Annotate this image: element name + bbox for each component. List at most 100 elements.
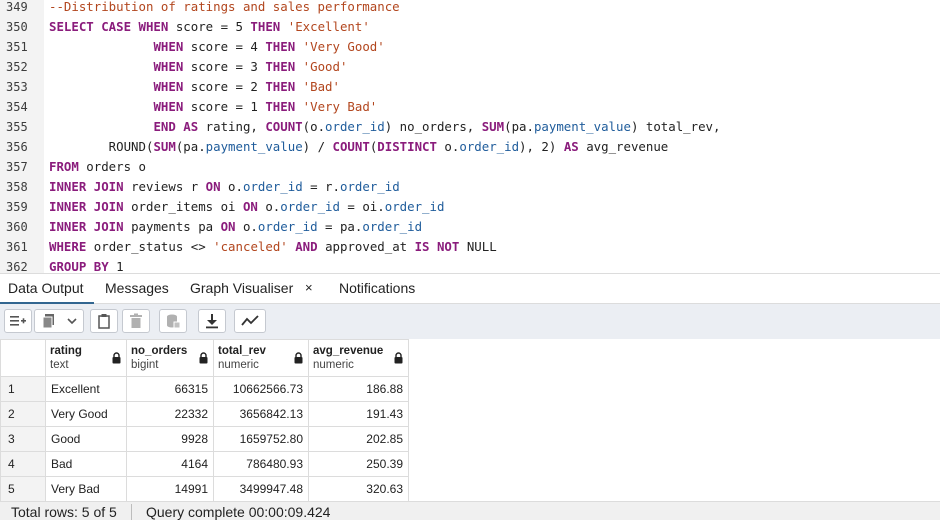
- cell-avg-revenue[interactable]: 202.85: [308, 426, 409, 452]
- cell-no-orders[interactable]: 9928: [126, 426, 214, 452]
- code-text[interactable]: INNER JOIN payments pa ON o.order_id = p…: [49, 217, 422, 237]
- cell-rating[interactable]: Very Bad: [45, 476, 127, 502]
- row-number[interactable]: 4: [0, 451, 46, 477]
- cell-total-rev[interactable]: 3499947.48: [213, 476, 309, 502]
- tab-graph-visualiser-label: Graph Visualiser: [190, 280, 294, 296]
- code-token: payments pa: [123, 219, 221, 234]
- query-status: Query complete 00:00:09.424: [146, 504, 331, 520]
- code-line[interactable]: 352 WHEN score = 3 THEN 'Good': [0, 57, 940, 77]
- save-data-button[interactable]: [159, 309, 187, 333]
- table-row[interactable]: 3 Good 9928 1659752.80 202.85: [0, 426, 409, 452]
- tab-notifications[interactable]: Notifications: [339, 274, 415, 304]
- code-token: order_id: [384, 199, 445, 214]
- cell-no-orders[interactable]: 14991: [126, 476, 214, 502]
- cell-avg-revenue[interactable]: 186.88: [308, 376, 409, 402]
- code-line[interactable]: 349 --Distribution of ratings and sales p…: [0, 0, 940, 17]
- cell-avg-revenue[interactable]: 320.63: [308, 476, 409, 502]
- code-token: 'Excellent': [287, 19, 370, 34]
- cell-avg-revenue[interactable]: 191.43: [308, 401, 409, 427]
- code-token: o.: [220, 179, 243, 194]
- cell-no-orders[interactable]: 22332: [126, 401, 214, 427]
- code-line[interactable]: 362 GROUP BY 1: [0, 257, 940, 273]
- code-text[interactable]: WHEN score = 3 THEN 'Good': [49, 57, 347, 77]
- code-token: (pa.: [175, 139, 206, 154]
- column-header-total-rev[interactable]: total_rev numeric: [213, 339, 309, 377]
- code-text[interactable]: WHEN score = 1 THEN 'Very Bad': [49, 97, 377, 117]
- code-line[interactable]: 353 WHEN score = 2 THEN 'Bad': [0, 77, 940, 97]
- cell-rating[interactable]: Bad: [45, 451, 127, 477]
- code-line[interactable]: 356 ROUND(SUM(pa.payment_value) / COUNT(…: [0, 137, 940, 157]
- code-token: THEN: [265, 39, 296, 54]
- code-token: WHEN: [153, 39, 184, 54]
- copy-button[interactable]: [34, 309, 84, 333]
- code-text[interactable]: WHEN score = 2 THEN 'Bad': [49, 77, 340, 97]
- lock-icon: [112, 352, 121, 364]
- row-number[interactable]: 3: [0, 426, 46, 452]
- cell-rating[interactable]: Very Good: [45, 401, 127, 427]
- code-line[interactable]: 360 INNER JOIN payments pa ON o.order_id …: [0, 217, 940, 237]
- table-row[interactable]: 4 Bad 4164 786480.93 250.39: [0, 451, 409, 477]
- code-line[interactable]: 354 WHEN score = 1 THEN 'Very Bad': [0, 97, 940, 117]
- close-icon[interactable]: ×: [305, 274, 313, 301]
- code-token: 'Very Good': [302, 39, 385, 54]
- cell-total-rev[interactable]: 3656842.13: [213, 401, 309, 427]
- code-line[interactable]: 359 INNER JOIN order_items oi ON o.order_…: [0, 197, 940, 217]
- cell-no-orders[interactable]: 66315: [126, 376, 214, 402]
- code-text[interactable]: WHERE order_status <> 'canceled' AND app…: [49, 237, 497, 257]
- code-text[interactable]: INNER JOIN order_items oi ON o.order_id …: [49, 197, 444, 217]
- code-line[interactable]: 351 WHEN score = 4 THEN 'Very Good': [0, 37, 940, 57]
- row-number[interactable]: 1: [0, 376, 46, 402]
- cell-rating[interactable]: Excellent: [45, 376, 127, 402]
- tab-data-output[interactable]: Data Output: [0, 274, 94, 304]
- code-token: order_id: [339, 179, 400, 194]
- code-token: AND: [295, 239, 318, 254]
- sql-editor[interactable]: 349 --Distribution of ratings and sales p…: [0, 0, 940, 273]
- code-text[interactable]: SELECT CASE WHEN score = 5 THEN 'Excelle…: [49, 17, 370, 37]
- code-text[interactable]: GROUP BY 1: [49, 257, 124, 273]
- code-token: SELECT CASE WHEN: [49, 19, 169, 34]
- cell-total-rev[interactable]: 786480.93: [213, 451, 309, 477]
- table-row[interactable]: 1 Excellent 66315 10662566.73 186.88: [0, 376, 409, 402]
- download-button[interactable]: [198, 309, 226, 333]
- code-text[interactable]: FROM orders o: [49, 157, 146, 177]
- table-row[interactable]: 2 Very Good 22332 3656842.13 191.43: [0, 401, 409, 427]
- code-text[interactable]: INNER JOIN reviews r ON o.order_id = r.o…: [49, 177, 400, 197]
- row-number-header[interactable]: [0, 339, 46, 377]
- tab-graph-visualiser[interactable]: Graph Visualiser: [190, 274, 293, 304]
- code-token: order_items oi: [123, 199, 243, 214]
- cell-no-orders[interactable]: 4164: [126, 451, 214, 477]
- row-number[interactable]: 2: [0, 401, 46, 427]
- add-row-button[interactable]: [4, 309, 32, 333]
- code-token: o.: [436, 139, 460, 154]
- paste-button[interactable]: [90, 309, 118, 333]
- column-header-avg-revenue[interactable]: avg_revenue numeric: [308, 339, 409, 377]
- result-grid[interactable]: rating text no_orders bigint total_rev n…: [0, 339, 940, 502]
- code-token: GROUP BY: [49, 259, 109, 273]
- code-text[interactable]: --Distribution of ratings and sales perf…: [49, 0, 400, 17]
- cell-rating[interactable]: Good: [45, 426, 127, 452]
- table-row[interactable]: 5 Very Bad 14991 3499947.48 320.63: [0, 476, 409, 502]
- code-token: order_id: [257, 219, 318, 234]
- code-text[interactable]: END AS rating, COUNT(o.order_id) no_orde…: [49, 117, 720, 137]
- code-line[interactable]: 358 INNER JOIN reviews r ON o.order_id = …: [0, 177, 940, 197]
- code-text[interactable]: ROUND(SUM(pa.payment_value) / COUNT(DIST…: [49, 137, 669, 157]
- code-line[interactable]: 355 END AS rating, COUNT(o.order_id) no_…: [0, 117, 940, 137]
- delete-button[interactable]: [122, 309, 150, 333]
- row-number[interactable]: 5: [0, 476, 46, 502]
- code-line[interactable]: 357 FROM orders o: [0, 157, 940, 177]
- graph-button[interactable]: [234, 309, 266, 333]
- line-number: 355: [6, 120, 28, 134]
- code-token: score = 3: [183, 59, 266, 74]
- column-header-rating[interactable]: rating text: [45, 339, 127, 377]
- cell-total-rev[interactable]: 1659752.80: [213, 426, 309, 452]
- code-line[interactable]: 350 SELECT CASE WHEN score = 5 THEN 'Exce…: [0, 17, 940, 37]
- cell-total-rev[interactable]: 10662566.73: [213, 376, 309, 402]
- cell-avg-revenue[interactable]: 250.39: [308, 451, 409, 477]
- code-text[interactable]: WHEN score = 4 THEN 'Very Good': [49, 37, 385, 57]
- code-line[interactable]: 361 WHERE order_status <> 'canceled' AND …: [0, 237, 940, 257]
- column-header-no-orders[interactable]: no_orders bigint: [126, 339, 214, 377]
- chevron-down-icon[interactable]: [66, 316, 78, 326]
- tab-messages[interactable]: Messages: [105, 274, 169, 304]
